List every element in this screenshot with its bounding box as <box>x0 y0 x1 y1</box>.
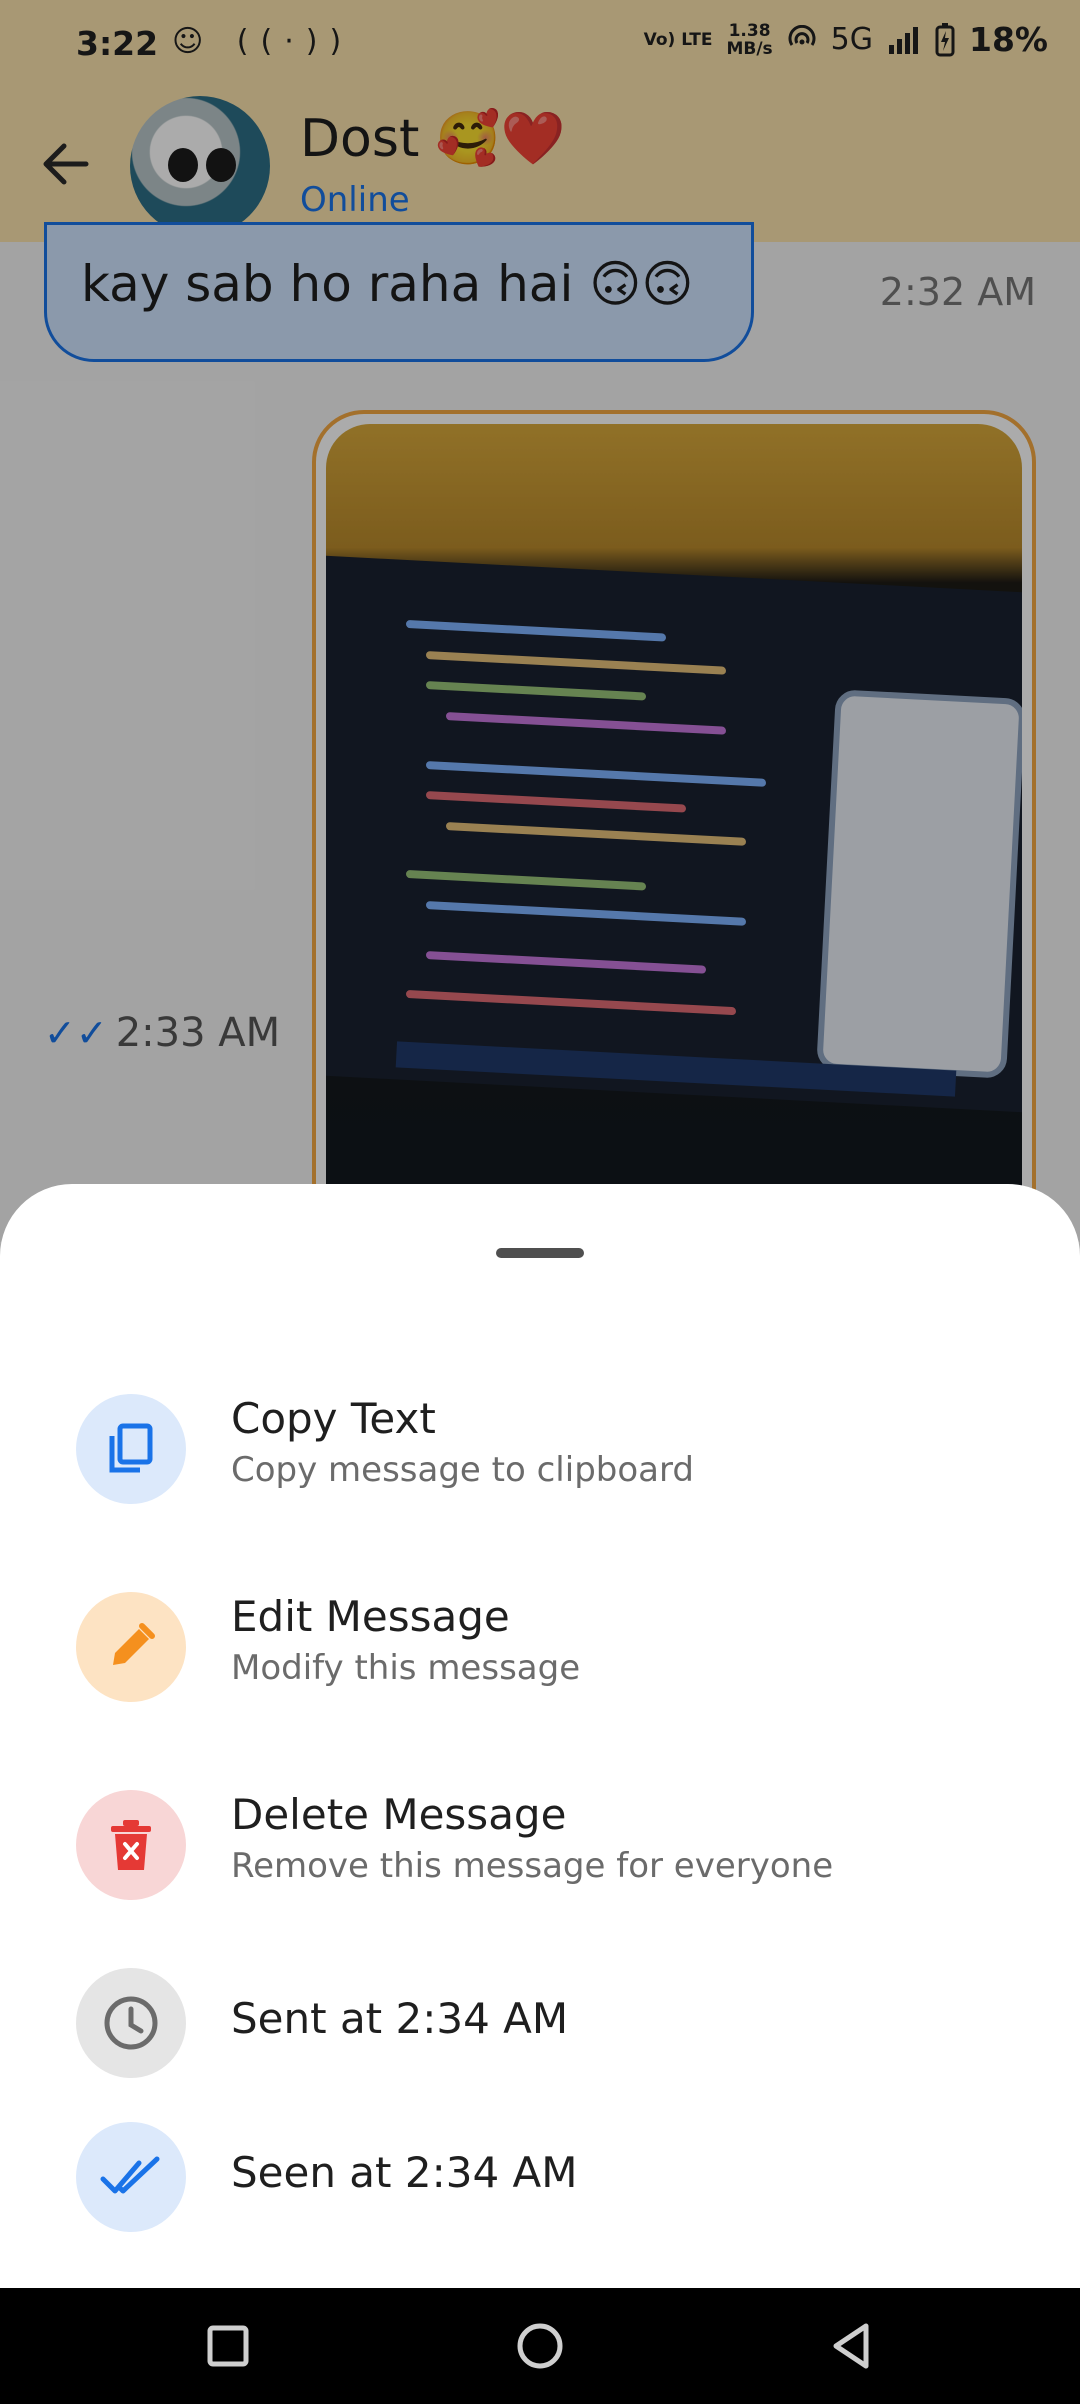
sent-time-info: Sent at 2:34 AM <box>0 1968 1080 2108</box>
option-subtitle: Remove this message for everyone <box>231 1846 834 1886</box>
clock-icon <box>76 1968 186 2078</box>
trash-icon <box>76 1790 186 1900</box>
pencil-icon <box>76 1592 186 1702</box>
system-navigation-bar <box>0 2288 1080 2404</box>
option-subtitle: Modify this message <box>231 1648 581 1688</box>
option-title: Delete Message <box>231 1790 567 1839</box>
drag-handle[interactable] <box>496 1248 584 1258</box>
option-subtitle: Copy message to clipboard <box>231 1450 694 1490</box>
seen-time-label: Seen at 2:34 AM <box>231 2148 578 2197</box>
copy-text-option[interactable]: Copy Text Copy message to clipboard <box>0 1384 1080 1524</box>
delete-message-option[interactable]: Delete Message Remove this message for e… <box>0 1780 1080 1920</box>
edit-message-option[interactable]: Edit Message Modify this message <box>0 1582 1080 1722</box>
sent-time-label: Sent at 2:34 AM <box>231 1994 569 2043</box>
double-check-icon <box>76 2122 186 2232</box>
back-icon[interactable] <box>822 2316 882 2376</box>
option-title: Copy Text <box>231 1394 436 1443</box>
recent-apps-icon[interactable] <box>198 2316 258 2376</box>
copy-icon <box>76 1394 186 1504</box>
home-icon[interactable] <box>510 2316 570 2376</box>
option-title: Edit Message <box>231 1592 510 1641</box>
message-options-sheet: Copy Text Copy message to clipboard Edit… <box>0 1184 1080 2288</box>
seen-time-info: Seen at 2:34 AM <box>0 2122 1080 2262</box>
